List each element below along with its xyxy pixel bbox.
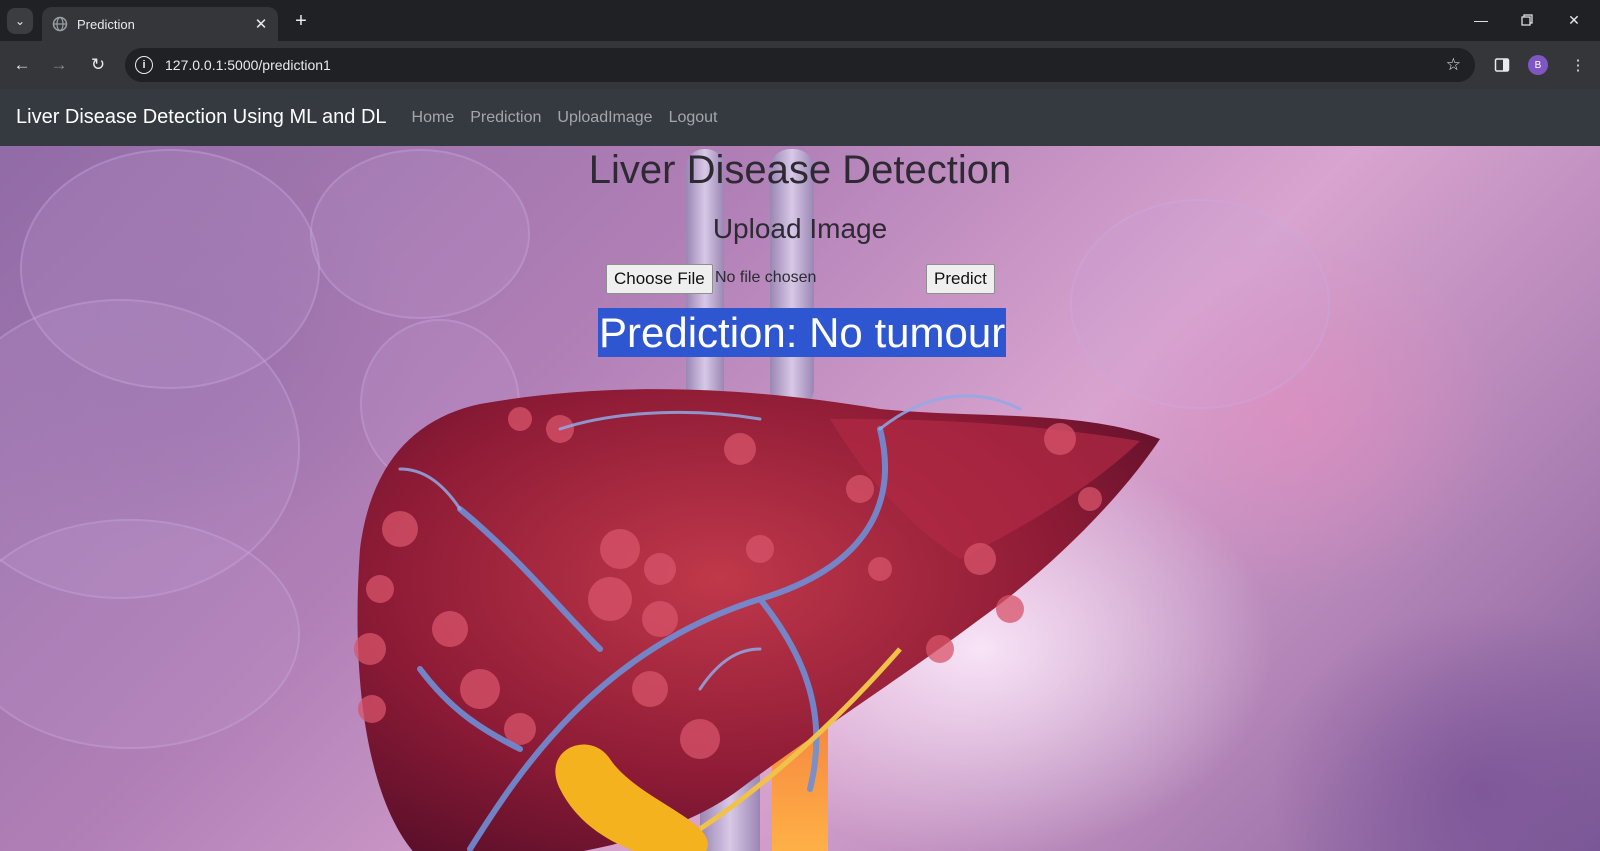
browser-toolbar: ← → ↻ i 127.0.0.1:5000/prediction1 ☆ B ⋮ bbox=[0, 41, 1600, 89]
page-title: Liver Disease Detection bbox=[588, 148, 1012, 192]
restore-icon[interactable] bbox=[1504, 6, 1550, 34]
nav-link-logout[interactable]: Logout bbox=[669, 109, 718, 127]
tab-title: Prediction bbox=[77, 16, 135, 32]
globe-icon bbox=[52, 16, 68, 32]
nav-link-prediction[interactable]: Prediction bbox=[470, 109, 541, 127]
address-bar[interactable]: i 127.0.0.1:5000/prediction1 ☆ bbox=[125, 48, 1475, 82]
window-close-icon[interactable]: ✕ bbox=[1551, 6, 1597, 34]
reload-icon[interactable]: ↻ bbox=[84, 51, 112, 79]
navbar-brand[interactable]: Liver Disease Detection Using ML and DL bbox=[16, 106, 387, 129]
browser-tabstrip: ⌄ Prediction ✕ + — ✕ bbox=[0, 0, 1600, 41]
profile-avatar[interactable]: B bbox=[1528, 55, 1548, 75]
back-arrow-icon[interactable]: ← bbox=[8, 51, 36, 79]
file-status-text: No file chosen bbox=[715, 269, 817, 286]
predict-button[interactable]: Predict bbox=[926, 264, 995, 294]
new-tab-button[interactable]: + bbox=[290, 10, 312, 32]
browser-tab[interactable]: Prediction ✕ bbox=[42, 7, 278, 41]
side-panel-icon[interactable] bbox=[1490, 53, 1514, 77]
prediction-result: Prediction: No tumour bbox=[598, 308, 1007, 357]
more-menu-icon[interactable]: ⋮ bbox=[1566, 53, 1590, 77]
choose-file-button[interactable]: Choose File bbox=[606, 264, 713, 294]
bookmark-star-icon[interactable]: ☆ bbox=[1446, 55, 1461, 75]
tab-search-button[interactable]: ⌄ bbox=[7, 8, 33, 34]
liver-illustration bbox=[354, 149, 1160, 851]
site-navbar: Liver Disease Detection Using ML and DL … bbox=[0, 89, 1600, 146]
close-icon[interactable]: ✕ bbox=[252, 15, 270, 33]
minimize-icon[interactable]: — bbox=[1458, 6, 1504, 34]
url-text[interactable]: 127.0.0.1:5000/prediction1 bbox=[165, 57, 1446, 73]
chevron-down-icon: ⌄ bbox=[14, 14, 26, 28]
forward-arrow-icon[interactable]: → bbox=[45, 51, 73, 79]
nav-link-home[interactable]: Home bbox=[412, 109, 455, 127]
site-info-icon[interactable]: i bbox=[135, 56, 153, 74]
upload-heading: Upload Image bbox=[712, 213, 888, 244]
nav-link-uploadimage[interactable]: UploadImage bbox=[557, 109, 652, 127]
page-content: Liver Disease Detection Using ML and DL … bbox=[0, 89, 1600, 851]
